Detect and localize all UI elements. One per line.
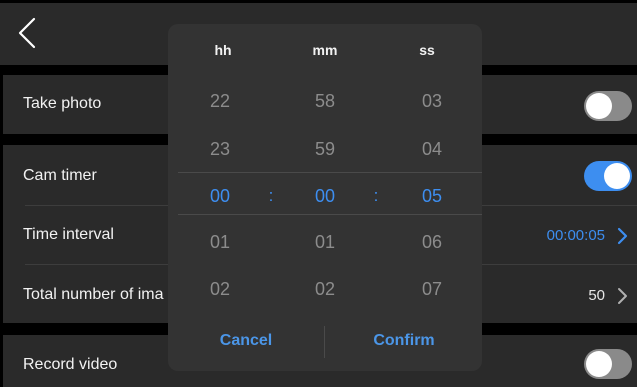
take-photo-toggle[interactable] [584, 91, 632, 121]
time-interval-value: 00:00:05 [546, 227, 605, 244]
second-selected[interactable]: 05 [392, 186, 472, 207]
time-interval-label: Time interval [23, 226, 114, 243]
second-option[interactable]: 07 [392, 279, 472, 300]
camera-settings-screen: Take photo Cam timer Time interval 00:00… [0, 0, 637, 387]
minute-option[interactable]: 01 [285, 232, 365, 253]
hour-option[interactable]: 22 [180, 91, 260, 112]
toggle-knob [586, 351, 612, 377]
seconds-header: ss [419, 42, 435, 58]
hour-option[interactable]: 02 [180, 279, 260, 300]
hour-option[interactable]: 23 [180, 139, 260, 160]
selection-line-top [178, 172, 482, 173]
confirm-button[interactable]: Confirm [339, 332, 469, 350]
cam-timer-toggle[interactable] [584, 161, 632, 191]
total-images-label: Total number of ima [23, 286, 164, 303]
toggle-knob [586, 93, 612, 119]
minute-option[interactable]: 59 [285, 139, 365, 160]
back-button[interactable] [14, 15, 42, 51]
toggle-knob [604, 163, 630, 189]
minute-selected[interactable]: 00 [285, 186, 365, 207]
chevron-left-icon [18, 17, 36, 49]
total-images-value: 50 [588, 287, 605, 304]
second-option[interactable]: 04 [392, 139, 472, 160]
minutes-header: mm [312, 42, 338, 58]
button-divider [324, 326, 325, 358]
hours-header: hh [214, 42, 232, 58]
time-separator: : [268, 186, 274, 205]
selection-line-bottom [178, 214, 482, 215]
chevron-right-icon[interactable] [615, 227, 629, 245]
chevron-right-icon[interactable] [615, 287, 629, 305]
second-option[interactable]: 06 [392, 232, 472, 253]
hour-selected[interactable]: 00 [180, 186, 260, 207]
minute-option[interactable]: 02 [285, 279, 365, 300]
time-separator: : [373, 186, 379, 205]
hour-option[interactable]: 01 [180, 232, 260, 253]
record-video-label: Record video [23, 356, 118, 373]
minute-option[interactable]: 58 [285, 91, 365, 112]
time-picker-dialog: hh mm ss 22 23 00 01 02 58 59 00 01 02 0… [168, 24, 482, 371]
cancel-button[interactable]: Cancel [181, 332, 311, 350]
second-option[interactable]: 03 [392, 91, 472, 112]
record-video-toggle[interactable] [584, 349, 632, 379]
cam-timer-label: Cam timer [23, 167, 97, 184]
take-photo-label: Take photo [23, 95, 102, 112]
